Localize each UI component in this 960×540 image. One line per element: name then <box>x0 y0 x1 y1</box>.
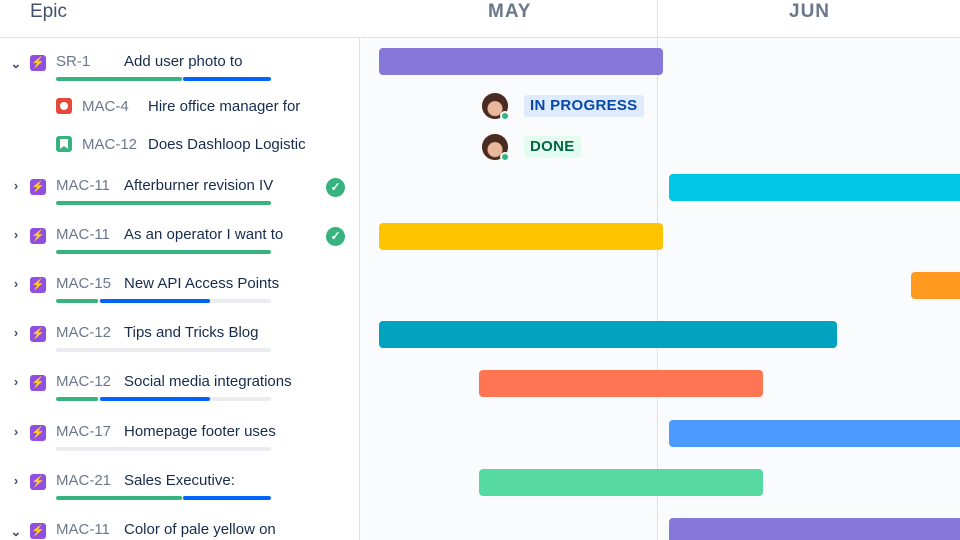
epic-lightning-icon: ⚡ <box>30 425 46 441</box>
timeline-panel: MAY JUN IN PROGRESS DONE <box>361 0 960 540</box>
timeline-bar-sr-1[interactable] <box>379 48 663 75</box>
issue-summary[interactable]: Homepage footer uses <box>124 423 276 440</box>
chevron-right-icon[interactable]: › <box>10 179 22 192</box>
epic-progress-bar <box>56 250 271 254</box>
epic-row-mac-11-afterburner[interactable]: › ⚡ MAC-11 Afterburner revision IV ✓ <box>0 168 360 216</box>
progress-done-segment <box>56 250 271 254</box>
chevron-down-icon[interactable]: ⌄ <box>10 525 22 538</box>
timeline-bar-mac-11-operator[interactable] <box>379 223 663 250</box>
epic-lightning-icon: ⚡ <box>30 55 46 71</box>
avatar[interactable] <box>482 93 510 121</box>
month-label-may: MAY <box>488 1 532 22</box>
epic-lightning-icon: ⚡ <box>30 228 46 244</box>
issue-key[interactable]: MAC-12 <box>56 373 111 390</box>
progress-done-segment <box>56 496 182 500</box>
epic-column-header: Epic <box>0 0 360 38</box>
issue-key[interactable]: MAC-12 <box>82 136 137 153</box>
month-divider <box>657 0 658 540</box>
issue-key[interactable]: MAC-4 <box>82 98 129 115</box>
issue-summary[interactable]: New API Access Points <box>124 275 279 292</box>
issue-key[interactable]: MAC-11 <box>56 226 110 243</box>
timeline-bar-mac-17[interactable] <box>669 420 960 447</box>
epic-progress-bar <box>56 348 271 352</box>
issue-summary[interactable]: Social media integrations <box>124 373 292 390</box>
epic-progress-bar <box>56 397 271 401</box>
issue-summary[interactable]: Hire office manager for <box>148 98 300 115</box>
timeline-bar-mac-12-social[interactable] <box>479 370 763 397</box>
epic-row-mac-17[interactable]: › ⚡ MAC-17 Homepage footer uses <box>0 414 360 462</box>
check-circle-icon: ✓ <box>326 178 345 197</box>
timeline-bar-mac-12-tips[interactable] <box>379 321 837 348</box>
epic-row-mac-12-tips[interactable]: › ⚡ MAC-12 Tips and Tricks Blog <box>0 315 360 363</box>
issue-summary[interactable]: Color of pale yellow on <box>124 521 276 538</box>
epic-progress-bar <box>56 201 271 205</box>
progress-in-progress-segment <box>183 496 271 500</box>
issue-summary[interactable]: Does Dashloop Logistic <box>148 136 306 153</box>
epic-row-mac-11-operator[interactable]: › ⚡ MAC-11 As an operator I want to ✓ <box>0 217 360 265</box>
progress-in-progress-segment <box>100 299 210 303</box>
status-badge-in-progress: IN PROGRESS <box>524 95 644 117</box>
check-circle-icon: ✓ <box>326 227 345 246</box>
chevron-right-icon[interactable]: › <box>10 228 22 241</box>
epic-row-mac-11-color[interactable]: ⌄ ⚡ MAC-11 Color of pale yellow on <box>0 512 360 540</box>
epic-row-sr-1[interactable]: ⌄ ⚡ SR-1 Add user photo to <box>0 44 360 92</box>
timeline-bar-mac-11-afterburner[interactable] <box>669 174 960 201</box>
epic-row-mac-15[interactable]: › ⚡ MAC-15 New API Access Points <box>0 266 360 314</box>
epic-lightning-icon: ⚡ <box>30 277 46 293</box>
issue-summary[interactable]: As an operator I want to <box>124 226 283 243</box>
progress-done-segment <box>56 397 98 401</box>
bug-icon <box>56 98 72 114</box>
month-label-jun: JUN <box>789 1 831 22</box>
chevron-right-icon[interactable]: › <box>10 326 22 339</box>
online-status-dot <box>500 152 510 162</box>
chevron-right-icon[interactable]: › <box>10 375 22 388</box>
issue-summary[interactable]: Sales Executive: <box>124 472 235 489</box>
epic-lightning-icon: ⚡ <box>30 523 46 539</box>
timeline-bar-mac-21[interactable] <box>479 469 763 496</box>
chevron-right-icon[interactable]: › <box>10 277 22 290</box>
issue-summary[interactable]: Tips and Tricks Blog <box>124 324 259 341</box>
issue-key[interactable]: MAC-12 <box>56 324 111 341</box>
epic-progress-bar <box>56 447 271 451</box>
progress-in-progress-segment <box>183 77 271 81</box>
timeline-header: MAY JUN <box>361 0 960 38</box>
issue-summary[interactable]: Afterburner revision IV <box>124 177 273 194</box>
chevron-down-icon[interactable]: ⌄ <box>10 57 22 70</box>
issue-key[interactable]: MAC-17 <box>56 423 111 440</box>
epic-lightning-icon: ⚡ <box>30 179 46 195</box>
progress-done-segment <box>56 299 98 303</box>
epic-progress-bar <box>56 299 271 303</box>
issue-key[interactable]: SR-1 <box>56 53 90 70</box>
epic-progress-bar <box>56 77 271 81</box>
epic-column-title: Epic <box>30 1 67 22</box>
issue-key[interactable]: MAC-21 <box>56 472 111 489</box>
chevron-right-icon[interactable]: › <box>10 474 22 487</box>
child-issue-row-mac-12[interactable]: MAC-12 Does Dashloop Logistic <box>0 126 360 164</box>
status-badge-done: DONE <box>524 136 581 158</box>
issue-key[interactable]: MAC-11 <box>56 521 110 538</box>
epic-lightning-icon: ⚡ <box>30 375 46 391</box>
progress-done-segment <box>56 201 271 205</box>
progress-done-segment <box>56 77 182 81</box>
story-bookmark-icon <box>56 136 72 152</box>
epic-row-mac-21[interactable]: › ⚡ MAC-21 Sales Executive: <box>0 463 360 511</box>
epic-row-mac-12-social[interactable]: › ⚡ MAC-12 Social media integrations <box>0 364 360 412</box>
epic-lightning-icon: ⚡ <box>30 474 46 490</box>
epic-progress-bar <box>56 496 271 500</box>
epic-list-panel: Epic ⌄ ⚡ SR-1 Add user photo to MAC-4 Hi… <box>0 0 360 540</box>
epic-lightning-icon: ⚡ <box>30 326 46 342</box>
issue-key[interactable]: MAC-15 <box>56 275 111 292</box>
online-status-dot <box>500 111 510 121</box>
issue-key[interactable]: MAC-11 <box>56 177 110 194</box>
timeline-bar-mac-11-color[interactable] <box>669 518 960 540</box>
child-issue-row-mac-4[interactable]: MAC-4 Hire office manager for <box>0 88 360 126</box>
avatar[interactable] <box>482 134 510 162</box>
issue-summary[interactable]: Add user photo to <box>124 53 242 70</box>
chevron-right-icon[interactable]: › <box>10 425 22 438</box>
timeline-bar-mac-15[interactable] <box>911 272 960 299</box>
progress-in-progress-segment <box>100 397 210 401</box>
